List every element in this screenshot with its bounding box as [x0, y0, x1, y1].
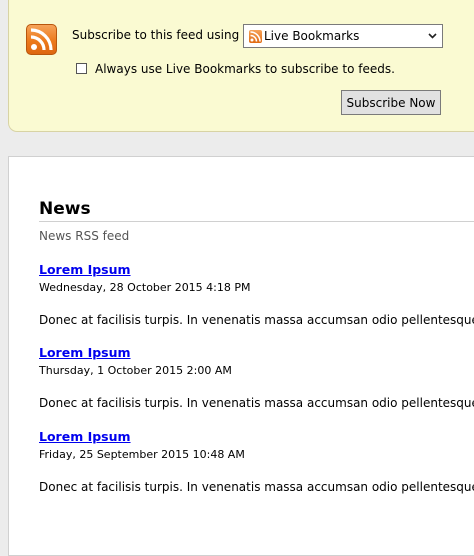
feed-item-title[interactable]: Lorem Ipsum [39, 262, 131, 277]
feed-item-date: Wednesday, 28 October 2015 4:18 PM [39, 281, 251, 294]
feed-item-description: Donec at facilisis turpis. In venenatis … [39, 396, 474, 410]
title-divider [39, 221, 474, 222]
feed-item-title[interactable]: Lorem Ipsum [39, 429, 131, 444]
feed-item-description: Donec at facilisis turpis. In venenatis … [39, 313, 474, 327]
rss-mini-icon [249, 30, 262, 43]
feed-reader-select[interactable]: Live Bookmarks [243, 24, 443, 48]
always-use-checkbox[interactable] [76, 63, 87, 74]
feed-item-description: Donec at facilisis turpis. In venenatis … [39, 480, 474, 494]
feed-subtitle: News RSS feed [39, 229, 130, 243]
feed-item-date: Thursday, 1 October 2015 2:00 AM [39, 364, 232, 377]
feed-title: News [39, 199, 91, 219]
subscribe-now-button[interactable]: Subscribe Now [341, 90, 441, 115]
feed-item-title[interactable]: Lorem Ipsum [39, 345, 131, 360]
subscribe-label: Subscribe to this feed using [72, 28, 240, 42]
chevron-down-icon[interactable] [428, 31, 437, 40]
feed-reader-selected-value: Live Bookmarks [264, 29, 360, 43]
rss-feed-icon [26, 24, 57, 55]
always-use-label[interactable]: Always use Live Bookmarks to subscribe t… [95, 62, 395, 76]
feed-item-date: Friday, 25 September 2015 10:48 AM [39, 448, 245, 461]
